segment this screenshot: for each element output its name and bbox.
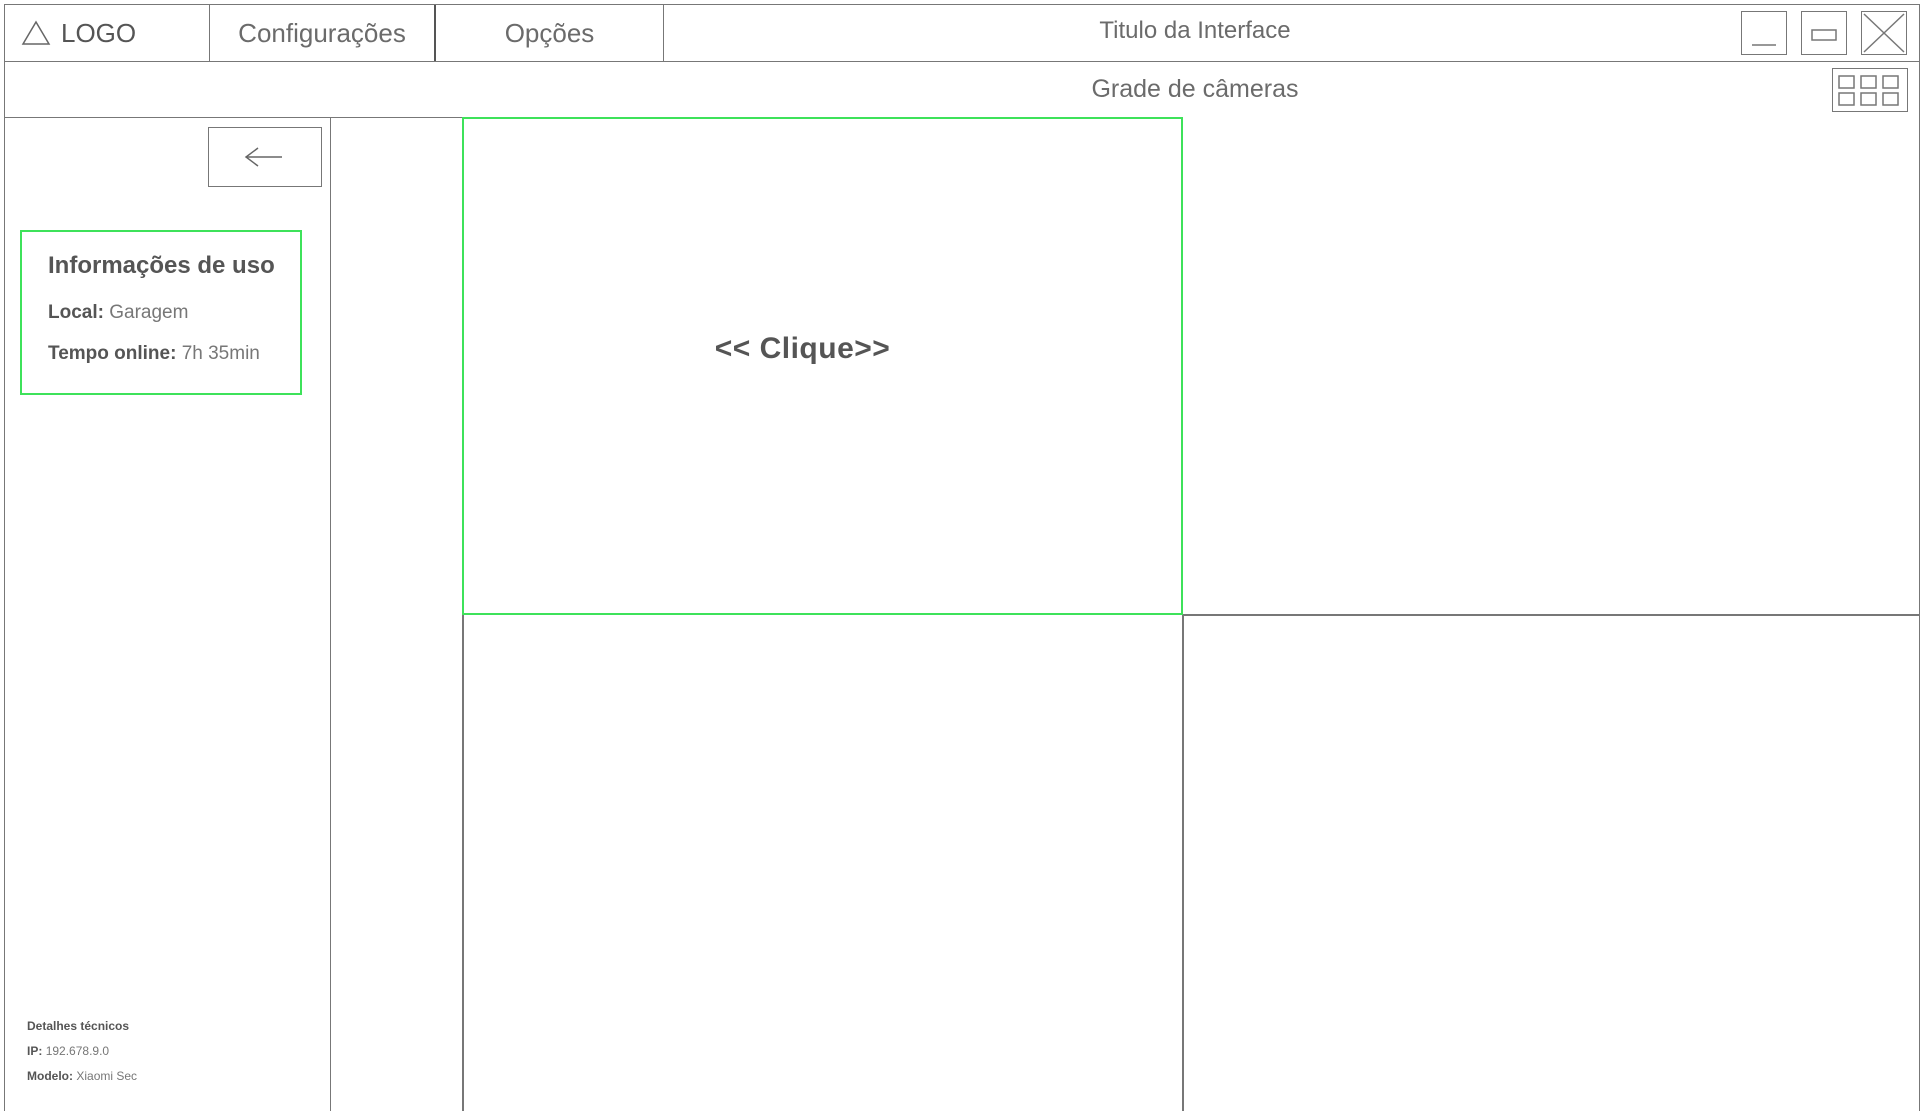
close-icon <box>1863 13 1905 53</box>
camera-grid-header: Grade de câmeras <box>4 62 1920 118</box>
logo-text: LOGO <box>61 17 137 48</box>
logo[interactable]: LOGO <box>5 5 209 61</box>
tech-ip-value: 192.678.9.0 <box>45 1044 110 1058</box>
camera-tile-3[interactable] <box>462 615 1184 1111</box>
title-bar: LOGO Configurações Opções Titulo da Inte… <box>4 4 1920 62</box>
minimize-icon <box>1752 44 1776 46</box>
menu-opcoes[interactable]: Opções <box>436 5 664 61</box>
camera-tile-label: << Clique>> <box>714 332 891 365</box>
grid-layout-icon <box>1838 75 1899 106</box>
tech-modelo: Modelo: Xiaomi Sec <box>27 1064 137 1089</box>
info-local: Local: Garagem <box>48 302 300 324</box>
menu-configuracoes[interactable]: Configurações <box>209 5 436 61</box>
technical-details: Detalhes técnicos IP: 192.678.9.0 Modelo… <box>27 1014 137 1089</box>
info-tempo-label: Tempo online: <box>48 343 177 364</box>
camera-tile-1[interactable]: << Clique>> <box>462 117 1183 615</box>
usage-info-title: Informações de uso <box>48 252 275 279</box>
camera-tile-2[interactable] <box>1183 117 1920 616</box>
maximize-icon <box>1811 29 1837 41</box>
window-title: Titulo da Interface <box>1099 17 1291 44</box>
info-local-value: Garagem <box>109 302 189 323</box>
menu-configuracoes-label: Configurações <box>238 17 406 48</box>
info-tempo-value: 7h 35min <box>181 343 260 364</box>
tech-modelo-label: Modelo: <box>27 1069 73 1083</box>
arrow-left-icon <box>244 147 282 167</box>
tech-modelo-value: Xiaomi Sec <box>76 1069 138 1083</box>
minimize-button[interactable] <box>1741 11 1787 55</box>
back-button[interactable] <box>208 127 322 187</box>
menu-opcoes-label: Opções <box>504 17 595 48</box>
technical-details-title: Detalhes técnicos <box>27 1019 130 1033</box>
sidebar: Informações de uso Local: Garagem Tempo … <box>4 117 331 1111</box>
tech-ip: IP: 192.678.9.0 <box>27 1039 137 1064</box>
grid-layout-button[interactable] <box>1832 68 1908 112</box>
tech-ip-label: IP: <box>27 1044 43 1058</box>
maximize-button[interactable] <box>1801 11 1847 55</box>
close-button[interactable] <box>1861 11 1907 55</box>
triangle-icon <box>21 20 51 45</box>
info-local-label: Local: <box>48 302 104 323</box>
camera-tile-4[interactable] <box>1184 616 1920 1111</box>
camera-grid-title: Grade de câmeras <box>1091 75 1299 103</box>
info-tempo-online: Tempo online: 7h 35min <box>48 343 300 365</box>
usage-info-panel: Informações de uso Local: Garagem Tempo … <box>20 230 302 395</box>
